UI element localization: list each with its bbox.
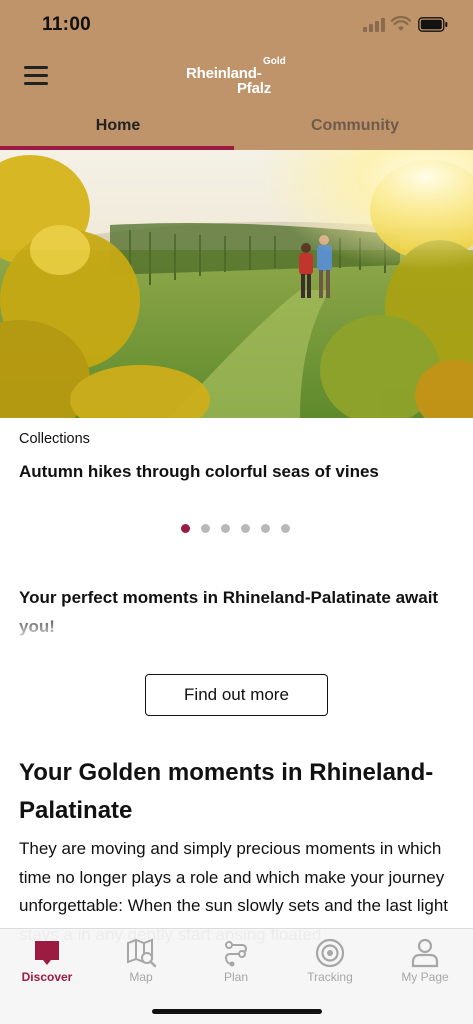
carousel-dot[interactable] xyxy=(281,524,290,533)
cellular-signal-icon xyxy=(363,18,385,32)
status-bar: 11:00 xyxy=(0,0,473,50)
carousel-dot[interactable] xyxy=(181,524,190,533)
tracking-target-icon xyxy=(315,938,345,968)
section-heading: Your Golden moments in Rhineland-Palatin… xyxy=(19,759,434,824)
nav-label-map: Map xyxy=(129,970,153,984)
carousel-category: Collections xyxy=(19,431,90,447)
rheinland-pfalz-logo[interactable]: Gold Rheinland- Pfalz xyxy=(184,56,290,97)
logo-gold-text: Gold xyxy=(263,56,286,67)
carousel-pagination xyxy=(181,524,301,534)
app-header: 11:00 Gold Rheinland- Pfalz Home Communi… xyxy=(0,0,473,150)
map-icon xyxy=(127,938,157,968)
carousel-dot[interactable] xyxy=(241,524,250,533)
tab-home[interactable]: Home xyxy=(0,108,236,150)
nav-label-plan: Plan xyxy=(223,970,249,984)
hero-image-vineyard-hikers[interactable] xyxy=(0,150,473,418)
nav-discover[interactable]: Discover xyxy=(0,929,94,991)
user-icon xyxy=(411,938,439,968)
carousel-dot[interactable] xyxy=(221,524,230,533)
nav-label-my-page: My Page xyxy=(401,970,449,984)
hamburger-menu-icon[interactable] xyxy=(24,64,50,86)
carousel-title[interactable]: Autumn hikes through colorful seas of vi… xyxy=(19,462,379,482)
carousel-dot[interactable] xyxy=(261,524,270,533)
route-plan-icon xyxy=(224,941,248,967)
logo-line-2: Pfalz xyxy=(237,80,272,97)
wifi-icon xyxy=(391,16,411,31)
discover-icon xyxy=(35,941,59,965)
home-indicator[interactable] xyxy=(152,1009,322,1014)
nav-plan[interactable]: Plan xyxy=(189,929,283,991)
tab-community[interactable]: Community xyxy=(237,108,473,150)
nav-tracking[interactable]: Tracking xyxy=(283,929,377,991)
nav-label-tracking: Tracking xyxy=(307,970,353,984)
battery-icon xyxy=(418,17,448,32)
nav-map[interactable]: Map xyxy=(94,929,188,991)
carousel-dot[interactable] xyxy=(201,524,210,533)
promo-fade-overlay xyxy=(0,608,473,638)
top-tabs: Home Community xyxy=(0,108,473,150)
status-time: 11:00 xyxy=(42,14,92,35)
find-out-more-button[interactable]: Find out more xyxy=(145,674,328,716)
nav-my-page[interactable]: My Page xyxy=(378,929,472,991)
nav-label-discover: Discover xyxy=(21,970,73,984)
